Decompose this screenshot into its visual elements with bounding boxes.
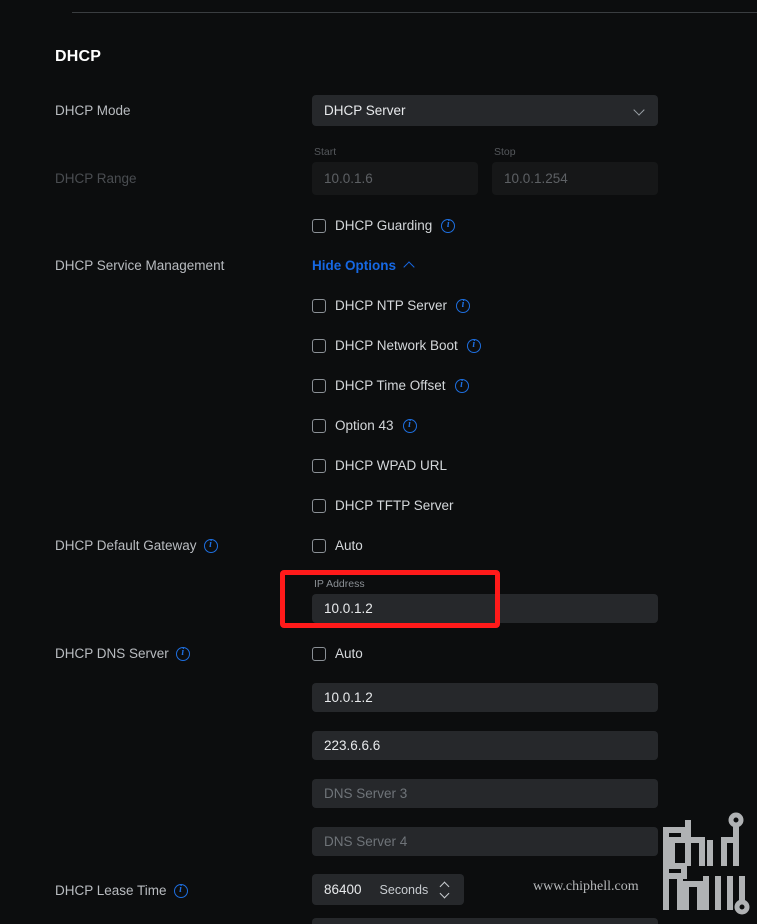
dhcp-range-start-input[interactable] (312, 162, 478, 195)
info-icon[interactable]: i (175, 646, 190, 661)
label-text: DHCP Service Management (55, 258, 225, 273)
checkbox-box-icon[interactable] (312, 218, 326, 233)
next-field-partial[interactable] (312, 918, 658, 924)
label-dhcp-lease-time: DHCP Lease Time i (55, 883, 188, 898)
gateway-ip-address-input[interactable] (312, 594, 658, 623)
dns-server-4-input[interactable] (312, 827, 658, 856)
checkbox-box-icon[interactable] (312, 338, 326, 353)
checkbox-label: DHCP Time Offset (335, 378, 446, 393)
label-ip-address: IP Address (314, 578, 365, 590)
checkbox-label: Auto (335, 538, 363, 553)
checkbox-option-43[interactable]: Option 43 i (312, 418, 417, 433)
dhcp-mode-value: DHCP Server (324, 103, 406, 118)
checkbox-dhcp-guarding[interactable]: DHCP Guarding i (312, 218, 456, 233)
dns-server-2-input[interactable] (312, 731, 658, 760)
checkbox-box-icon[interactable] (312, 418, 326, 433)
info-icon[interactable]: i (466, 338, 481, 353)
checkbox-dhcp-wpad-url[interactable]: DHCP WPAD URL (312, 458, 447, 473)
label-dhcp-dns-server: DHCP DNS Server i (55, 646, 190, 661)
checkbox-dhcp-tftp-server[interactable]: DHCP TFTP Server (312, 498, 454, 513)
lease-time-value[interactable]: 86400 (324, 882, 362, 897)
watermark-text: www.chiphell.com (533, 879, 639, 894)
dhcp-settings-page: DHCP DHCP Mode DHCP Server DHCP Range St… (0, 0, 757, 924)
info-icon[interactable]: i (441, 218, 456, 233)
page-title: DHCP (55, 48, 102, 65)
label-text: DHCP Lease Time (55, 883, 167, 898)
lease-time-unit: Seconds (379, 882, 429, 897)
info-icon[interactable]: i (456, 298, 471, 313)
dns-server-3-input[interactable] (312, 779, 658, 808)
label-text: DHCP Mode (55, 103, 131, 118)
dns-server-1-input[interactable] (312, 683, 658, 712)
label-range-stop: Stop (494, 146, 516, 158)
label-text: DHCP Default Gateway (55, 538, 197, 553)
hide-options-label: Hide Options (312, 258, 396, 273)
hide-options-toggle[interactable]: Hide Options (312, 258, 415, 273)
chevron-up-icon (404, 260, 415, 271)
checkbox-box-icon[interactable] (312, 498, 326, 513)
checkbox-label: DHCP Guarding (335, 218, 433, 233)
top-divider (72, 12, 757, 13)
label-text: DHCP Range (55, 171, 137, 186)
info-icon[interactable]: i (203, 538, 218, 553)
info-icon[interactable]: i (402, 418, 417, 433)
checkbox-dns-auto[interactable]: Auto (312, 646, 363, 661)
checkbox-box-icon[interactable] (312, 298, 326, 313)
checkbox-box-icon[interactable] (312, 646, 326, 661)
dhcp-range-stop-input[interactable] (492, 162, 658, 195)
checkbox-label: DHCP Network Boot (335, 338, 458, 353)
checkbox-dhcp-network-boot[interactable]: DHCP Network Boot i (312, 338, 481, 353)
label-dhcp-service-management: DHCP Service Management (55, 258, 224, 273)
info-icon[interactable]: i (454, 378, 469, 393)
label-dhcp-default-gateway: DHCP Default Gateway i (55, 538, 218, 553)
label-dhcp-mode: DHCP Mode (55, 103, 131, 118)
checkbox-gateway-auto[interactable]: Auto (312, 538, 363, 553)
checkbox-label: Auto (335, 646, 363, 661)
checkbox-label: DHCP TFTP Server (335, 498, 454, 513)
checkbox-box-icon[interactable] (312, 378, 326, 393)
label-dhcp-range: DHCP Range (55, 171, 137, 186)
checkbox-box-icon[interactable] (312, 458, 326, 473)
checkbox-label: Option 43 (335, 418, 394, 433)
dhcp-mode-select[interactable]: DHCP Server (312, 95, 658, 126)
spinner-updown-icon[interactable] (440, 880, 450, 900)
label-range-start: Start (314, 146, 337, 158)
checkbox-label: DHCP NTP Server (335, 298, 448, 313)
label-text: DHCP DNS Server (55, 646, 169, 661)
chiphell-logo-icon (663, 812, 750, 915)
checkbox-box-icon[interactable] (312, 538, 326, 553)
checkbox-label: DHCP WPAD URL (335, 458, 448, 473)
checkbox-dhcp-time-offset[interactable]: DHCP Time Offset i (312, 378, 469, 393)
dhcp-lease-time-stepper[interactable]: 86400 Seconds (312, 874, 464, 905)
info-icon[interactable]: i (173, 883, 188, 898)
checkbox-dhcp-ntp-server[interactable]: DHCP NTP Server i (312, 298, 471, 313)
chevron-down-icon (635, 105, 646, 116)
